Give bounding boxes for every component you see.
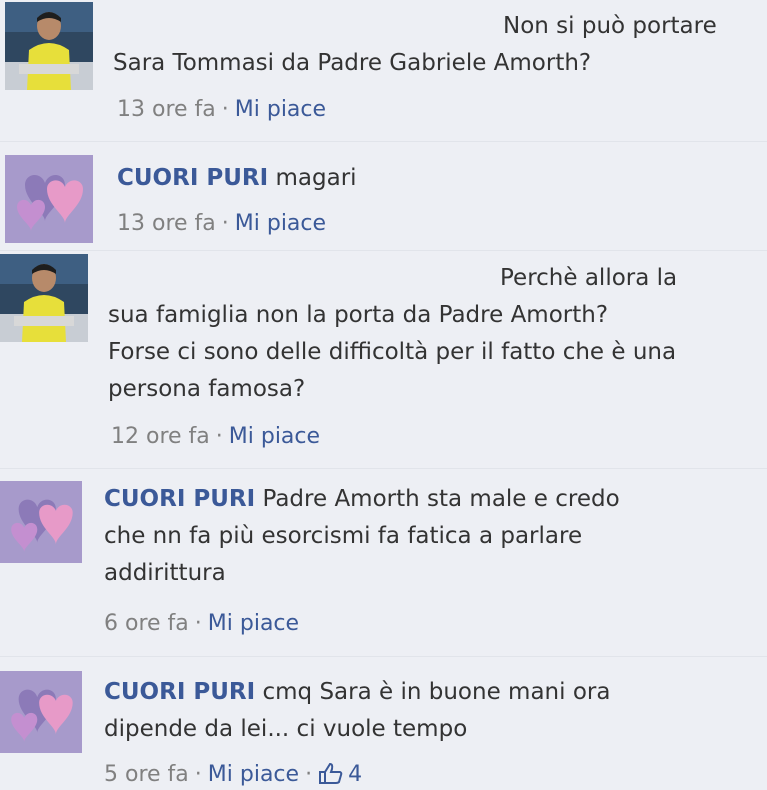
comment-meta: 12 ore fa · Mi piace [111, 422, 320, 452]
divider [0, 250, 767, 251]
separator-dot: · [215, 424, 223, 449]
comment-line: dipende da lei... ci vuole tempo [104, 716, 468, 742]
like-link[interactable]: Mi piace [235, 97, 326, 122]
comment-meta: 13 ore fa · Mi piace [117, 95, 326, 125]
comment-line: addirittura [104, 560, 226, 586]
avatar[interactable] [0, 478, 88, 566]
comment-text: Non si può portare Sara Tommasi da Padre… [113, 8, 717, 82]
comment-text: CUORI PURI magari [117, 160, 357, 197]
comment-text: CUORI PURI Padre Amorth sta male e credo… [104, 481, 620, 592]
separator-dot: · [194, 762, 202, 787]
separator-dot: · [194, 611, 202, 636]
author-link[interactable]: CUORI PURI [104, 486, 255, 512]
avatar[interactable] [0, 668, 88, 756]
like-link[interactable]: Mi piace [229, 424, 320, 449]
hearts-logo-icon [5, 155, 93, 243]
comment-meta: 5 ore fa · Mi piace · 4 [104, 760, 362, 790]
comment-line: Sara Tommasi da Padre Gabriele Amorth? [113, 50, 592, 76]
hearts-logo-icon [0, 481, 82, 563]
avatar[interactable] [5, 155, 93, 243]
divider [0, 141, 767, 142]
user-photo-icon [0, 254, 88, 342]
like-link[interactable]: Mi piace [235, 211, 326, 236]
timestamp[interactable]: 6 ore fa [104, 611, 189, 636]
timestamp[interactable]: 5 ore fa [104, 762, 189, 787]
comment-line: Forse ci sono delle difficoltà per il fa… [108, 339, 677, 365]
separator-dot: · [221, 211, 229, 236]
divider [0, 656, 767, 657]
separator-dot: · [221, 97, 229, 122]
separator-dot: · [305, 762, 313, 787]
author-link[interactable]: CUORI PURI [117, 165, 268, 191]
comment-line: sua famiglia non la porta da Padre Amort… [108, 302, 609, 328]
comment-text: CUORI PURI cmq Sara è in buone mani ora … [104, 674, 610, 748]
hearts-logo-icon [0, 671, 82, 753]
comment-body: cmq Sara è in buone mani ora [262, 679, 611, 705]
like-count[interactable]: 4 [318, 762, 362, 787]
timestamp[interactable]: 13 ore fa [117, 211, 216, 236]
thumbs-up-icon [319, 762, 343, 784]
timestamp[interactable]: 12 ore fa [111, 424, 210, 449]
like-link[interactable]: Mi piace [208, 611, 299, 636]
avatar[interactable] [0, 254, 88, 342]
like-count-value: 4 [348, 762, 363, 787]
timestamp[interactable]: 13 ore fa [117, 97, 216, 122]
comment-line: Perchè allora la [500, 265, 678, 291]
comment-line: che nn fa più esorcismi fa fatica a parl… [104, 523, 583, 549]
comment-meta: 6 ore fa · Mi piace [104, 609, 299, 639]
avatar[interactable] [5, 2, 93, 90]
divider [0, 468, 767, 469]
author-link[interactable]: CUORI PURI [104, 679, 255, 705]
comment-body: Padre Amorth sta male e credo [262, 486, 620, 512]
like-link[interactable]: Mi piace [208, 762, 299, 787]
comment-body: magari [275, 165, 357, 191]
comment-text: Perchè allora la sua famiglia non la por… [108, 260, 677, 408]
comment-meta: 13 ore fa · Mi piace [117, 209, 326, 239]
comment-line: Non si può portare [503, 13, 717, 39]
user-photo-icon [5, 2, 93, 90]
comment-line: persona famosa? [108, 376, 306, 402]
